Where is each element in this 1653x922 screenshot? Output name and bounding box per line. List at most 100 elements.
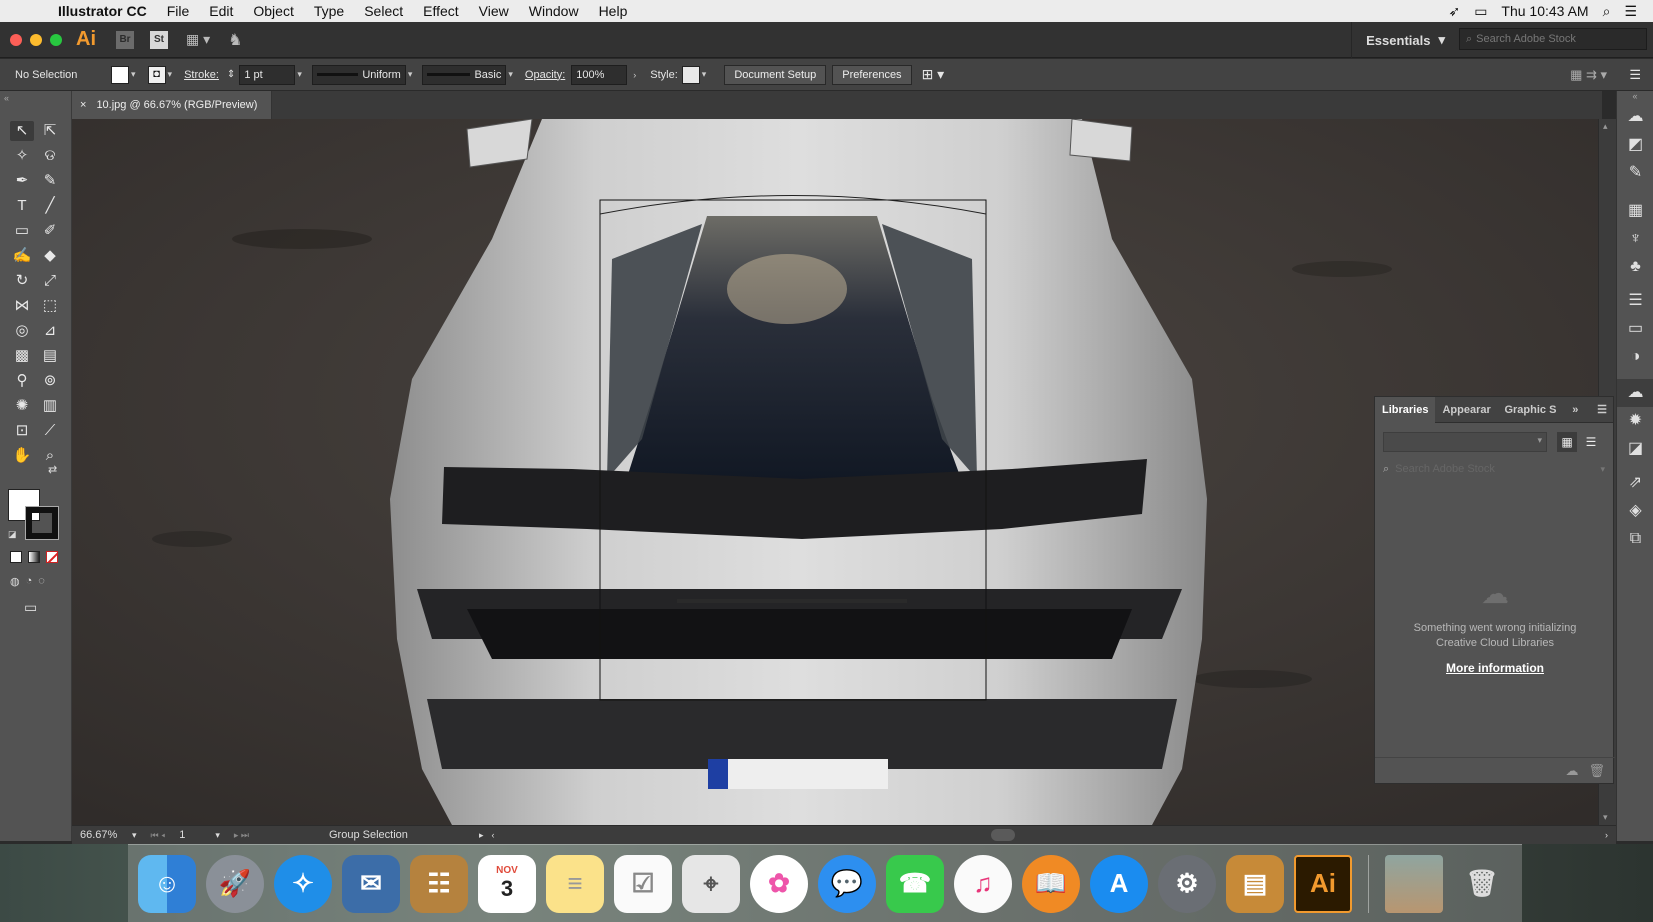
menu-app-name[interactable]: Illustrator CC bbox=[48, 3, 157, 19]
collapse-panel-icon[interactable]: « bbox=[4, 93, 9, 103]
gpu-performance-icon[interactable]: ♞ bbox=[228, 30, 242, 50]
export-icon[interactable]: ⇗ bbox=[1617, 469, 1653, 497]
archive-utility-icon[interactable]: ▤ bbox=[1226, 854, 1284, 913]
lasso-tool-icon[interactable]: ଡ bbox=[38, 146, 62, 166]
illustrator-dock-icon[interactable]: Ai bbox=[1294, 854, 1352, 913]
contacts-icon[interactable]: ☷ bbox=[410, 854, 468, 913]
menubar-clock[interactable]: Thu 10:43 AM bbox=[1501, 3, 1588, 19]
opacity-field[interactable]: 100% bbox=[571, 64, 628, 85]
trash-icon[interactable]: 🗑 bbox=[1453, 855, 1511, 913]
brushes-icon[interactable]: ♆ bbox=[1617, 225, 1653, 253]
paintbrush-tool-icon[interactable]: ✐ bbox=[38, 221, 62, 241]
stroke-label[interactable]: Stroke: bbox=[184, 69, 219, 81]
zoom-dropdown-icon[interactable]: ▾ bbox=[132, 830, 137, 841]
bridge-button[interactable]: Br bbox=[116, 30, 134, 49]
calendar-icon[interactable]: NOV 3 bbox=[478, 854, 536, 913]
artboard-number[interactable]: 1 bbox=[179, 829, 185, 841]
close-document-icon[interactable]: × bbox=[80, 99, 86, 111]
expand-panels-icon[interactable]: « bbox=[1617, 91, 1653, 103]
itunes-icon[interactable]: ♫ bbox=[954, 854, 1012, 913]
align-options-icon[interactable]: ⊞ ▾ bbox=[922, 66, 945, 83]
eraser-tool-icon[interactable]: ◆ bbox=[38, 246, 62, 266]
arrange-documents-icon[interactable]: ▦ ▾ bbox=[186, 31, 210, 48]
status-menu-icon[interactable]: ▸ bbox=[479, 830, 484, 841]
stroke-stepper-icon[interactable]: ⇕ bbox=[227, 69, 235, 80]
fill-color-swatch[interactable] bbox=[111, 65, 129, 84]
tab-libraries[interactable]: Libraries bbox=[1375, 396, 1436, 423]
library-dropdown[interactable]: ▾ bbox=[1383, 432, 1547, 452]
gradient-mode-icon[interactable] bbox=[28, 551, 40, 563]
finder-icon[interactable]: ☺ bbox=[138, 854, 196, 913]
width-tool-icon[interactable]: ⋈ bbox=[10, 296, 34, 316]
chevron-down-icon[interactable]: ▾ bbox=[168, 69, 173, 80]
menu-type[interactable]: Type bbox=[304, 3, 354, 19]
reminders-icon[interactable]: ☑ bbox=[614, 854, 672, 913]
draw-normal-icon[interactable]: ◍ bbox=[10, 575, 20, 588]
document-setup-button[interactable]: Document Setup bbox=[724, 64, 827, 85]
gradient-tool-icon[interactable]: ▤ bbox=[38, 346, 62, 366]
artboard-dropdown-icon[interactable]: ▾ bbox=[215, 830, 220, 841]
document-tab[interactable]: × 10.jpg @ 66.67% (RGB/Preview) bbox=[72, 91, 272, 119]
spotlight-search-icon[interactable]: ⌕ bbox=[1603, 3, 1611, 20]
direct-selection-tool-icon[interactable]: ⇱ bbox=[38, 121, 62, 141]
ibooks-icon[interactable]: 📖 bbox=[1022, 854, 1080, 913]
chevron-down-icon[interactable]: ▾ bbox=[297, 69, 302, 80]
stroke-weight-field[interactable]: 1 pt bbox=[239, 64, 296, 85]
color-panel-icon[interactable]: ✎ bbox=[1617, 159, 1653, 187]
zoom-window-icon[interactable] bbox=[50, 33, 62, 46]
scroll-left-icon[interactable]: ‹ bbox=[492, 830, 495, 840]
tab-graphic-styles[interactable]: Graphic S bbox=[1497, 397, 1559, 423]
chevron-down-icon[interactable]: ▾ bbox=[508, 69, 513, 80]
stock-search-field[interactable]: ⌕ Search Adobe Stock bbox=[1459, 28, 1647, 50]
downloads-stack-icon[interactable] bbox=[1385, 854, 1443, 913]
draw-behind-icon[interactable]: ◔ bbox=[26, 575, 33, 588]
chevron-down-icon[interactable]: ▾ bbox=[408, 69, 413, 80]
transparency-panel-icon[interactable]: ◑ bbox=[1617, 343, 1653, 371]
photos-icon[interactable]: ✿ bbox=[750, 854, 808, 913]
scroll-right-icon[interactable]: › bbox=[1605, 830, 1608, 840]
more-information-link[interactable]: More information bbox=[1375, 661, 1615, 675]
airplay-display-icon[interactable]: ▭ bbox=[1474, 3, 1487, 20]
layers-icon[interactable]: ◈ bbox=[1617, 497, 1653, 525]
list-view-icon[interactable]: ☰ bbox=[1581, 432, 1601, 452]
libraries-panel-icon[interactable]: ☁ bbox=[1617, 379, 1653, 407]
close-window-icon[interactable] bbox=[10, 33, 22, 46]
expand-tabs-icon[interactable]: » bbox=[1566, 404, 1584, 416]
type-tool-icon[interactable]: T bbox=[10, 196, 34, 216]
grid-view-icon[interactable]: ▦ bbox=[1557, 432, 1577, 452]
horizontal-scroll-thumb[interactable] bbox=[990, 829, 1015, 841]
panel-menu-icon[interactable]: ☰ bbox=[1591, 403, 1613, 416]
notes-icon[interactable]: ≡ bbox=[546, 854, 604, 913]
rectangle-tool-icon[interactable]: ▭ bbox=[10, 221, 34, 241]
pen-tool-icon[interactable]: ✒ bbox=[10, 171, 34, 191]
chevron-down-icon[interactable]: ▾ bbox=[131, 69, 136, 80]
swap-fill-stroke-icon[interactable]: ⇄ bbox=[48, 463, 57, 476]
perspective-grid-tool-icon[interactable]: ⊿ bbox=[38, 321, 62, 341]
stroke-color-swatch[interactable]: ◘ bbox=[147, 65, 166, 84]
mesh-tool-icon[interactable]: ▩ bbox=[10, 346, 34, 366]
control-panel-menu-icon[interactable]: ☰ bbox=[1629, 67, 1641, 83]
gradient-panel-icon[interactable]: ▭ bbox=[1617, 315, 1653, 343]
minimize-window-icon[interactable] bbox=[30, 33, 42, 46]
symbols-icon[interactable]: ♣ bbox=[1617, 253, 1653, 281]
chevron-right-icon[interactable]: › bbox=[633, 70, 636, 80]
menu-view[interactable]: View bbox=[469, 3, 519, 19]
scroll-down-icon[interactable]: ▾ bbox=[1603, 812, 1608, 823]
brush-definition[interactable]: Basic bbox=[422, 64, 507, 85]
menu-select[interactable]: Select bbox=[354, 3, 413, 19]
shaper-tool-icon[interactable]: ✍ bbox=[10, 246, 34, 266]
safari-icon[interactable]: ✧ bbox=[274, 854, 332, 913]
none-mode-icon[interactable] bbox=[46, 551, 58, 563]
scroll-up-icon[interactable]: ▴ bbox=[1603, 121, 1608, 132]
line-segment-tool-icon[interactable]: ╱ bbox=[38, 196, 62, 216]
graphic-styles-icon[interactable]: ◪ bbox=[1617, 435, 1653, 463]
stock-button[interactable]: St bbox=[150, 30, 168, 49]
app-store-icon[interactable]: A bbox=[1090, 854, 1148, 913]
default-colors-icon[interactable]: ◪ bbox=[8, 529, 17, 540]
stroke-color-box[interactable] bbox=[25, 506, 59, 540]
transform-options-icon[interactable]: ▦ ⇉ ▾ bbox=[1570, 67, 1607, 83]
opacity-label[interactable]: Opacity: bbox=[525, 69, 565, 81]
menu-effect[interactable]: Effect bbox=[413, 3, 469, 19]
stroke-panel-icon[interactable]: ☰ bbox=[1617, 287, 1653, 315]
maps-icon[interactable]: ⌖ bbox=[682, 854, 740, 913]
